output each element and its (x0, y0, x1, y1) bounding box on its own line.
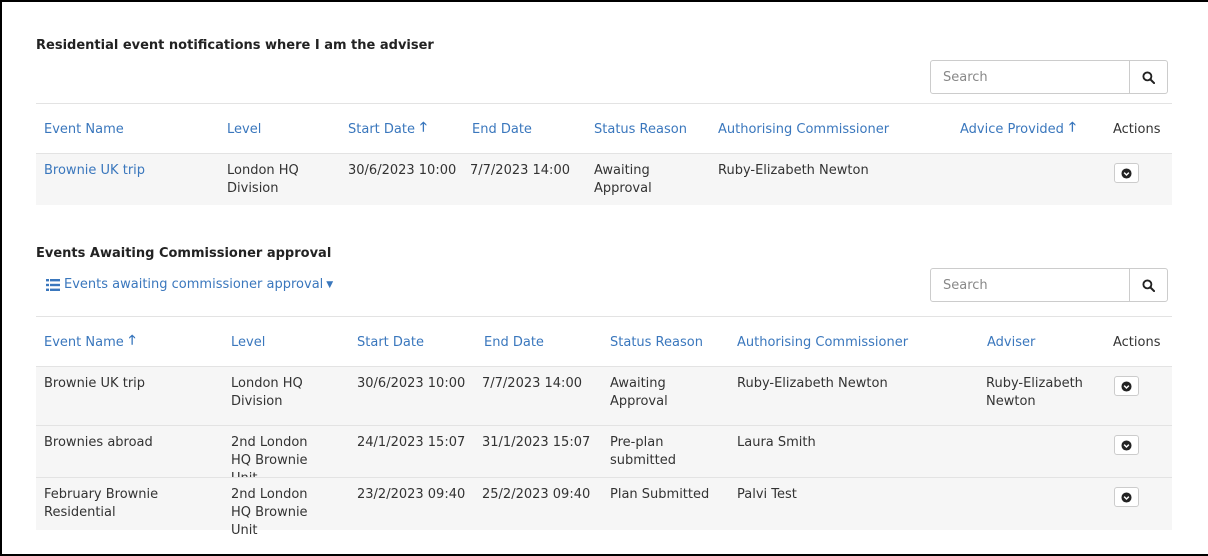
row-actions-button[interactable] (1114, 435, 1139, 455)
column-header-level[interactable]: Level (227, 104, 261, 154)
cell-level: London HQ Division (227, 163, 299, 196)
table-row[interactable]: Brownies abroad 2nd London HQ Brownie Un… (36, 425, 1172, 486)
column-header-actions: Actions (1113, 334, 1161, 350)
column-header-end-date[interactable]: End Date (484, 317, 544, 367)
frame-left-border (0, 0, 2, 556)
cell-event-name-link[interactable]: Brownie UK trip (44, 162, 145, 180)
section-title-adviser-notifications: Residential event notifications where I … (36, 38, 434, 53)
list-icon (46, 278, 60, 291)
column-header-start-date[interactable]: Start Date 🡑 (348, 104, 427, 154)
cell-status-reason: Awaiting Approval (594, 163, 652, 196)
cell-status-reason: Plan Submitted (610, 487, 710, 502)
cell-authorising-commissioner: Laura Smith (737, 435, 816, 450)
cell-authorising-commissioner: Ruby-Elizabeth Newton (718, 163, 869, 178)
search-icon (1142, 278, 1155, 292)
column-header-start-date[interactable]: Start Date (357, 317, 424, 367)
search-button-adviser[interactable] (1129, 61, 1167, 93)
view-selector-dropdown[interactable]: Events awaiting commissioner approval ▼ (46, 277, 333, 292)
cell-status-reason: Pre-plan submitted (610, 435, 676, 468)
cell-start-date: 30/6/2023 10:00 (357, 376, 466, 391)
chevron-circle-down-icon (1121, 167, 1132, 179)
cell-authorising-commissioner: Ruby-Elizabeth Newton (737, 376, 888, 391)
cell-authorising-commissioner: Palvi Test (737, 487, 797, 502)
cell-event-name: February Brownie Residential (44, 487, 159, 520)
search-box-adviser (930, 60, 1168, 94)
cell-event-name: Brownie UK trip (44, 376, 146, 391)
chevron-circle-down-icon (1121, 439, 1132, 451)
column-header-end-date[interactable]: End Date (472, 104, 532, 154)
column-header-adviser[interactable]: Adviser (987, 317, 1035, 367)
grid-header-row: Event Name Level Start Date 🡑 End Date St… (36, 103, 1172, 154)
view-selector-label: Events awaiting commissioner approval (64, 277, 324, 292)
table-row[interactable]: Brownie UK trip London HQ Division 30/6/… (36, 366, 1172, 425)
arrow-up-icon: 🡑 (419, 120, 427, 135)
column-header-authorising-commissioner[interactable]: Authorising Commissioner (718, 104, 889, 154)
cell-start-date: 23/2/2023 09:40 (357, 487, 466, 502)
search-input-adviser[interactable] (931, 61, 1131, 93)
search-input-awaiting[interactable] (931, 269, 1131, 301)
cell-end-date: 31/1/2023 15:07 (482, 435, 591, 450)
search-icon (1142, 70, 1155, 84)
column-header-advice-provided[interactable]: Advice Provided 🡑 (960, 104, 1076, 154)
column-header-status-reason[interactable]: Status Reason (610, 317, 703, 367)
cell-status-reason: Awaiting Approval (610, 376, 668, 409)
cell-adviser: Ruby-Elizabeth Newton (986, 376, 1083, 409)
search-button-awaiting[interactable] (1129, 269, 1167, 301)
column-header-status-reason[interactable]: Status Reason (594, 104, 687, 154)
frame-top-border (0, 0, 1208, 2)
chevron-circle-down-icon (1121, 491, 1132, 503)
cell-level: 2nd London HQ Brownie Unit (231, 487, 308, 538)
column-header-authorising-commissioner[interactable]: Authorising Commissioner (737, 317, 908, 367)
table-row[interactable]: February Brownie Residential 2nd London … (36, 477, 1172, 538)
cell-level: London HQ Division (231, 376, 303, 409)
column-header-actions: Actions (1113, 121, 1161, 137)
section-title-awaiting-commissioner: Events Awaiting Commissioner approval (36, 246, 332, 261)
cell-start-date: 24/1/2023 15:07 (357, 435, 466, 450)
column-header-event-name[interactable]: Event Name 🡑 (44, 317, 136, 367)
arrow-up-icon: 🡑 (128, 333, 136, 348)
cell-end-date: 25/2/2023 09:40 (482, 487, 591, 502)
cell-end-date: 7/7/2023 14:00 (482, 376, 582, 391)
search-box-awaiting (930, 268, 1168, 302)
table-row[interactable]: Brownie UK trip London HQ Division 30/6/… (36, 153, 1172, 205)
cell-start-date: 30/6/2023 10:00 (348, 163, 457, 178)
arrow-up-icon: 🡑 (1068, 120, 1076, 135)
column-header-level[interactable]: Level (231, 317, 265, 367)
row-actions-button[interactable] (1114, 376, 1139, 396)
row-actions-button[interactable] (1114, 163, 1139, 183)
column-header-event-name[interactable]: Event Name (44, 104, 124, 154)
chevron-circle-down-icon (1121, 380, 1132, 392)
cell-end-date: 7/7/2023 14:00 (470, 163, 570, 178)
row-actions-button[interactable] (1114, 487, 1139, 507)
caret-down-icon: ▼ (326, 279, 334, 290)
grid-header-row: Event Name 🡑 Level Start Date End Date St… (36, 316, 1172, 367)
cell-event-name: Brownies abroad (44, 435, 153, 450)
